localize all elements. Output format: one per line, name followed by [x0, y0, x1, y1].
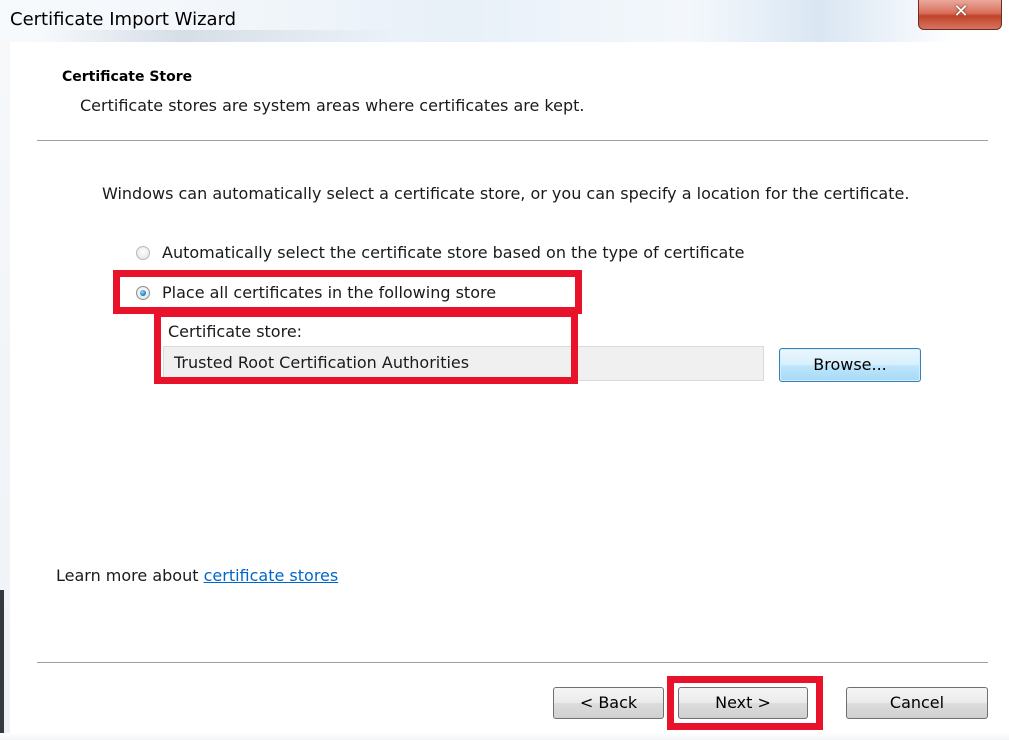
close-button[interactable]: ✕ [918, 0, 1002, 30]
certificate-stores-link[interactable]: certificate stores [204, 566, 339, 585]
wizard-content-area [10, 42, 1009, 740]
back-button[interactable]: < Back [553, 687, 664, 719]
footer-divider [37, 662, 988, 664]
certificate-store-value: Trusted Root Certification Authorities [174, 353, 470, 372]
background-window-edge [0, 590, 4, 740]
title-bar-glass-highlight [690, 0, 950, 42]
window-title: Certificate Import Wizard [10, 9, 237, 30]
auto-select-store-label[interactable]: Automatically select the certificate sto… [162, 243, 744, 262]
certificate-store-label: Certificate store: [168, 322, 303, 341]
close-icon: ✕ [953, 1, 969, 22]
certificate-import-wizard-window: Certificate Import Wizard ✕ Certificate … [0, 0, 1009, 740]
title-bar[interactable]: Certificate Import Wizard ✕ [0, 0, 1009, 42]
learn-more-text: Learn more about certificate stores [56, 566, 338, 585]
radio-selected-dot [140, 290, 146, 296]
place-in-store-label[interactable]: Place all certificates in the following … [162, 283, 496, 302]
page-description: Certificate stores are system areas wher… [80, 96, 585, 115]
next-button[interactable]: Next > [678, 687, 808, 719]
page-title: Certificate Store [62, 69, 193, 85]
radio-unselected-icon[interactable] [136, 246, 150, 260]
intro-text: Windows can automatically select a certi… [102, 184, 910, 203]
certificate-store-field[interactable]: Trusted Root Certification Authorities [163, 346, 764, 381]
browse-button[interactable]: Browse... [779, 348, 921, 382]
radio-selected-icon[interactable] [136, 286, 150, 300]
header-divider [37, 140, 988, 142]
learn-more-prefix: Learn more about [56, 566, 204, 585]
cancel-button[interactable]: Cancel [846, 687, 988, 719]
title-bar-glass-streak [40, 30, 400, 42]
window-bottom-edge [0, 733, 1009, 740]
